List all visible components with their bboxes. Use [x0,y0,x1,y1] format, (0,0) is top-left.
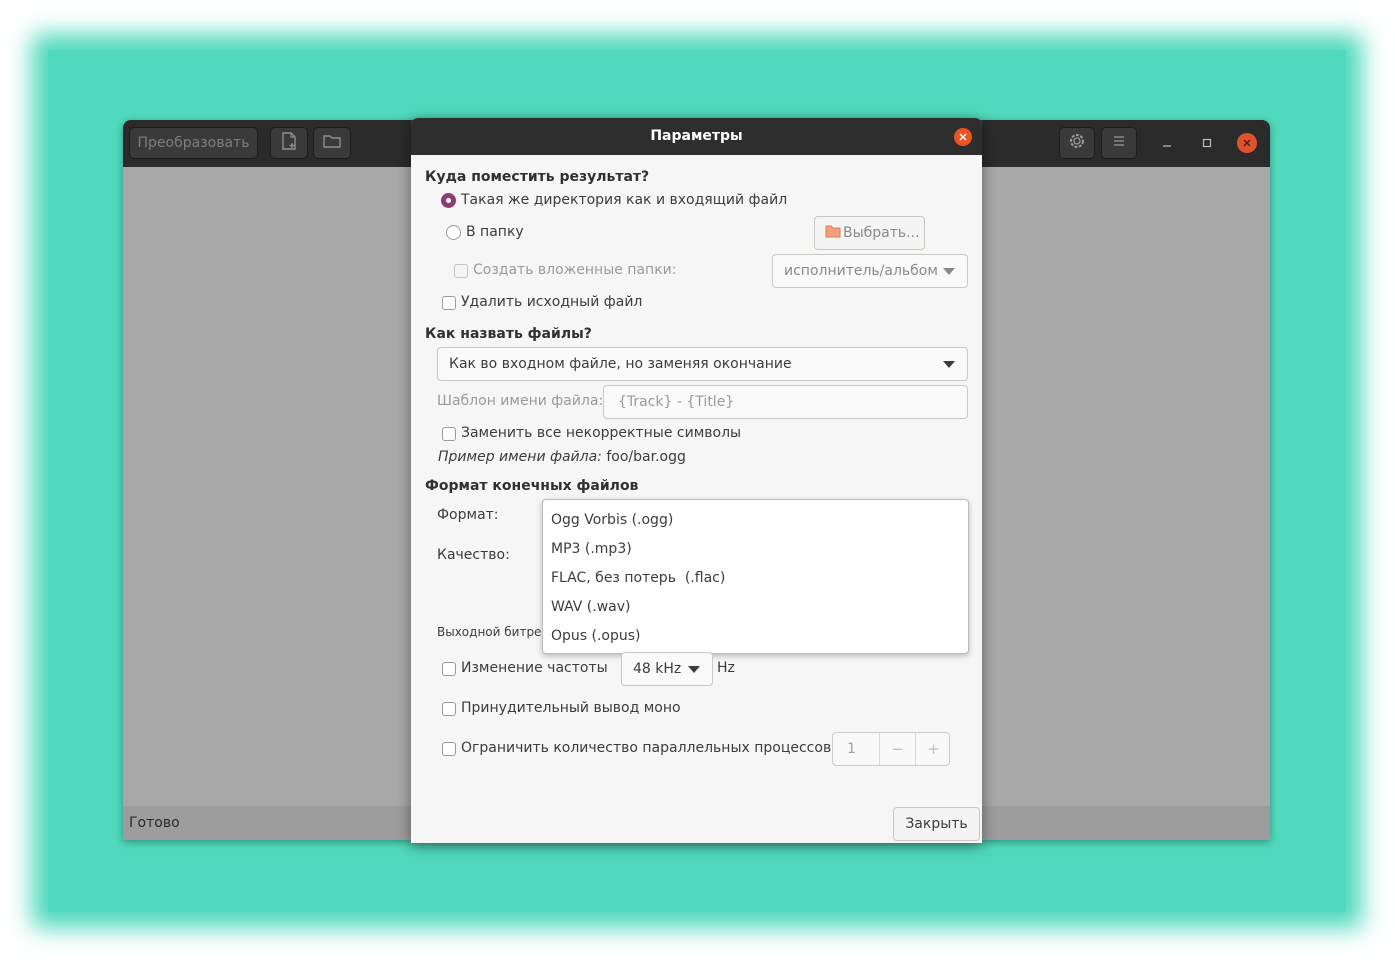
to-folder-radio[interactable] [446,225,461,240]
preferences-icon [1068,132,1086,154]
jobs-value[interactable]: 1 [847,741,856,757]
format-heading: Формат конечных файлов [425,478,639,494]
jobs-spinbutton: 1 − + [832,732,950,766]
dialog-title: Параметры [650,128,743,144]
replace-invalid-checkbox[interactable] [442,427,456,441]
format-option-opus[interactable]: Opus (.opus) [543,622,968,651]
subfolder-pattern-value: исполнитель/альбом [784,263,938,279]
hamburger-menu-icon [1112,135,1126,151]
add-file-icon [281,132,297,154]
window-close-button[interactable] [1237,133,1257,153]
status-text: Готово [129,815,180,831]
minimize-icon [1163,145,1171,147]
choose-folder-button[interactable]: Выбрать... [814,216,925,250]
example-filename: Пример имени файла: foo/bar.ogg [438,449,686,465]
naming-scheme-combo[interactable]: Как во входном файле, но заменяя окончан… [437,347,968,381]
replace-invalid-label[interactable]: Заменить все некорректные символы [461,425,741,441]
same-dir-radio[interactable] [441,193,456,208]
naming-heading: Как назвать файлы? [425,326,592,342]
resample-rate-value: 48 kHz [633,661,682,677]
jobs-decrement-button[interactable]: − [879,733,915,765]
add-file-button[interactable] [270,127,308,159]
format-option-mp3[interactable]: MP3 (.mp3) [543,535,968,564]
close-icon [959,133,967,141]
add-folder-button[interactable] [313,127,351,159]
to-folder-label[interactable]: В папку [466,224,524,240]
resample-checkbox[interactable] [442,662,456,676]
limit-jobs-label[interactable]: Ограничить количество параллельных проце… [461,740,831,756]
folder-icon [825,225,841,242]
where-heading: Куда поместить результат? [425,169,650,185]
bitrate-label: Выходной битрейт [437,625,557,639]
convert-button[interactable]: Преобразовать [129,127,258,159]
example-value: foo/bar.ogg [606,449,686,465]
template-placeholder: {Track} - {Title} [618,394,735,410]
create-subfolders-checkbox[interactable] [454,264,468,278]
resample-unit: Hz [717,660,735,676]
resample-rate-combo[interactable]: 48 kHz [621,652,713,686]
subfolder-pattern-combo[interactable]: исполнитель/альбом [772,254,968,288]
quality-label: Качество: [437,547,510,563]
delete-original-checkbox[interactable] [442,296,456,310]
maximize-icon [1202,138,1212,148]
close-icon [1243,139,1251,147]
limit-jobs-checkbox[interactable] [442,742,456,756]
menu-button[interactable] [1101,127,1137,159]
chevron-down-icon [943,268,955,275]
template-label: Шаблон имени файла: [437,393,604,409]
create-subfolders-label[interactable]: Создать вложенные папки: [473,262,676,278]
delete-original-label[interactable]: Удалить исходный файл [461,294,642,310]
jobs-increment-button[interactable]: + [915,733,951,765]
format-option-flac[interactable]: FLAC, без потерь (.flac) [543,564,968,593]
format-label: Формат: [437,507,499,523]
dialog-title-bar: Параметры [411,118,982,155]
format-option-wav[interactable]: WAV (.wav) [543,593,968,622]
force-mono-checkbox[interactable] [442,702,456,716]
same-dir-label[interactable]: Такая же директория как и входящий файл [461,192,787,208]
chevron-down-icon [943,361,955,368]
minimize-button[interactable] [1157,133,1177,153]
add-folder-icon [323,134,341,152]
resample-label[interactable]: Изменение частоты [461,660,608,676]
force-mono-label[interactable]: Принудительный вывод моно [461,700,681,716]
maximize-button[interactable] [1197,133,1217,153]
template-input[interactable]: {Track} - {Title} [603,385,968,419]
example-label: Пример имени файла: [438,449,602,465]
format-option-ogg[interactable]: Ogg Vorbis (.ogg) [543,506,968,535]
preferences-button[interactable] [1059,127,1095,159]
choose-folder-label: Выбрать... [843,225,920,241]
naming-scheme-value: Как во входном файле, но заменяя окончан… [449,356,792,372]
format-dropdown-popup: Ogg Vorbis (.ogg) MP3 (.mp3) FLAC, без п… [542,499,969,654]
dialog-close-button[interactable] [954,128,972,146]
chevron-down-icon [688,666,700,673]
close-button[interactable]: Закрыть [893,807,980,841]
